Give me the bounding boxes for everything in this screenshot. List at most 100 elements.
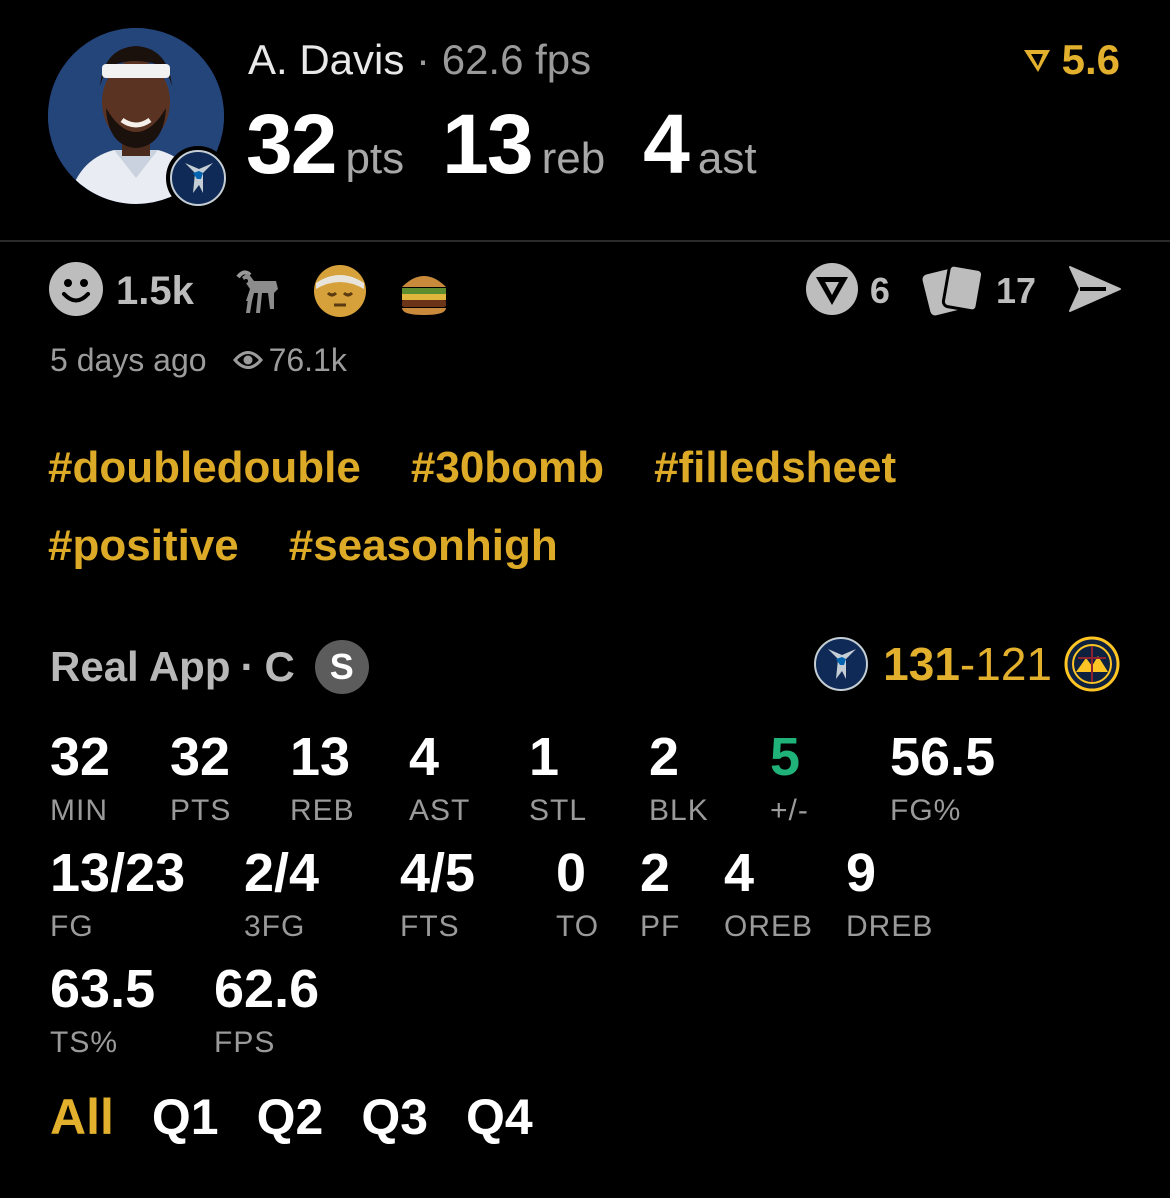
stat-label: PTS bbox=[170, 794, 232, 827]
smiley-reaction-icon[interactable] bbox=[48, 261, 104, 322]
stat-value: 4/5 bbox=[400, 843, 476, 903]
stat-value: 13/23 bbox=[50, 843, 186, 903]
share-send-icon[interactable] bbox=[1066, 263, 1124, 320]
hashtag-list: #doubledouble #30bomb #filledsheet #posi… bbox=[48, 442, 1128, 572]
stat-value: 4 bbox=[409, 727, 440, 787]
rebounds-value: 13 bbox=[442, 97, 533, 191]
stat-value: 13 bbox=[290, 727, 351, 787]
stat-label: PF bbox=[640, 910, 681, 943]
stat-pts: 32 PTS bbox=[170, 728, 231, 828]
stat-value: 63.5 bbox=[50, 959, 156, 1019]
nuggets-logo-icon bbox=[1064, 636, 1120, 692]
stat-label: MIN bbox=[50, 794, 108, 827]
stat-fg-pct: 56.5 FG% bbox=[890, 728, 995, 828]
game-score[interactable]: 131 - 121 bbox=[813, 636, 1120, 692]
stat-to: 0 TO bbox=[556, 844, 599, 944]
source-separator: · bbox=[240, 643, 255, 690]
stat-label: FG% bbox=[890, 794, 962, 827]
rebounds-unit: reb bbox=[541, 134, 606, 183]
player-name[interactable]: A. Davis bbox=[248, 36, 404, 83]
starter-badge: S bbox=[314, 640, 369, 694]
bandaged-face-emoji-icon[interactable] bbox=[312, 263, 368, 319]
stat-ts-pct: 63.5 TS% bbox=[50, 960, 155, 1060]
headline-stats: 32 pts 13 reb 4 ast bbox=[246, 96, 795, 193]
views-counter: 76.1k bbox=[232, 342, 347, 379]
action-bar: 6 17 bbox=[804, 262, 1124, 320]
points-value: 32 bbox=[246, 97, 337, 191]
rating-value: 5.6 bbox=[1061, 36, 1120, 83]
hashtag-filledsheet[interactable]: #filledsheet bbox=[654, 442, 896, 494]
stat-label: STL bbox=[529, 794, 588, 827]
stat-blk: 2 BLK bbox=[649, 728, 709, 828]
stat-pf: 2 PF bbox=[640, 844, 680, 944]
assists-value: 4 bbox=[643, 97, 690, 191]
tab-q3[interactable]: Q3 bbox=[361, 1088, 428, 1146]
quarter-tabs: All Q1 Q2 Q3 Q4 bbox=[50, 1088, 533, 1146]
rating-badge[interactable]: 5.6 bbox=[1022, 36, 1120, 84]
goat-emoji-icon[interactable] bbox=[228, 263, 284, 319]
card-count: 17 bbox=[995, 270, 1036, 311]
tab-q1[interactable]: Q1 bbox=[152, 1088, 219, 1146]
stat-plus-minus: 5 +/- bbox=[770, 728, 809, 828]
eye-icon bbox=[232, 342, 263, 379]
stat-value: 62.6 bbox=[214, 959, 320, 1019]
stat-value: 2/4 bbox=[244, 843, 320, 903]
points-unit: pts bbox=[345, 134, 405, 183]
source-name: Real App bbox=[50, 643, 231, 690]
stat-label: AST bbox=[409, 794, 471, 827]
stat-label: 3FG bbox=[244, 910, 306, 943]
cards-icon[interactable] bbox=[920, 261, 986, 322]
stat-value: 32 bbox=[170, 727, 231, 787]
score-dash: - bbox=[959, 638, 976, 690]
stat-label: DREB bbox=[846, 910, 934, 943]
hashtag-doubledouble[interactable]: #doubledouble bbox=[48, 442, 361, 494]
stat-oreb: 4 OREB bbox=[724, 844, 813, 944]
reactions-bar: 1.5k bbox=[48, 261, 480, 322]
tab-q4[interactable]: Q4 bbox=[466, 1088, 533, 1146]
time-ago: 5 days ago bbox=[50, 342, 207, 378]
title-separator: · bbox=[416, 36, 431, 83]
rating-chevron-icon bbox=[1022, 36, 1052, 84]
stat-label: OREB bbox=[724, 910, 814, 943]
stat-label: TO bbox=[556, 910, 600, 943]
stat-3fg: 2/4 3FG bbox=[244, 844, 319, 944]
stat-fts: 4/5 FTS bbox=[400, 844, 475, 944]
hashtag-seasonhigh[interactable]: #seasonhigh bbox=[289, 520, 558, 572]
hashtag-30bomb[interactable]: #30bomb bbox=[411, 442, 604, 494]
source-line: Real App · C S bbox=[50, 640, 369, 694]
stat-stl: 1 STL bbox=[529, 728, 587, 828]
stat-value: 5 bbox=[770, 727, 801, 787]
assists-unit: ast bbox=[697, 134, 757, 183]
stat-min: 32 MIN bbox=[50, 728, 110, 828]
tab-q2[interactable]: Q2 bbox=[257, 1088, 324, 1146]
stat-label: +/- bbox=[770, 794, 809, 827]
stat-fps: 62.6 FPS bbox=[214, 960, 319, 1060]
stat-value: 1 bbox=[529, 727, 560, 787]
away-score: 121 bbox=[975, 638, 1052, 690]
tab-all[interactable]: All bbox=[50, 1088, 114, 1146]
comment-icon[interactable] bbox=[804, 261, 860, 322]
stat-label: FG bbox=[50, 910, 94, 943]
player-title: A. Davis · 62.6 fps bbox=[248, 36, 591, 84]
reaction-count: 1.5k bbox=[116, 268, 194, 313]
stat-value: 56.5 bbox=[890, 727, 996, 787]
fps-label: 62.6 fps bbox=[441, 36, 592, 83]
player-position: C bbox=[264, 643, 295, 690]
burger-emoji-icon[interactable] bbox=[396, 263, 452, 319]
stat-value: 9 bbox=[846, 843, 877, 903]
mavericks-logo-icon bbox=[813, 636, 869, 692]
mavericks-logo-icon bbox=[166, 146, 230, 210]
stat-value: 2 bbox=[649, 727, 680, 787]
stat-dreb: 9 DREB bbox=[846, 844, 933, 944]
hashtag-positive[interactable]: #positive bbox=[48, 520, 239, 572]
stat-label: BLK bbox=[649, 794, 709, 827]
stat-value: 32 bbox=[50, 727, 111, 787]
stat-label: FTS bbox=[400, 910, 460, 943]
stat-fg: 13/23 FG bbox=[50, 844, 185, 944]
stat-reb: 13 REB bbox=[290, 728, 355, 828]
stat-label: FPS bbox=[214, 1026, 276, 1059]
stat-value: 0 bbox=[556, 843, 587, 903]
stat-label: TS% bbox=[50, 1026, 119, 1059]
stat-value: 2 bbox=[640, 843, 671, 903]
views-count: 76.1k bbox=[268, 342, 347, 378]
